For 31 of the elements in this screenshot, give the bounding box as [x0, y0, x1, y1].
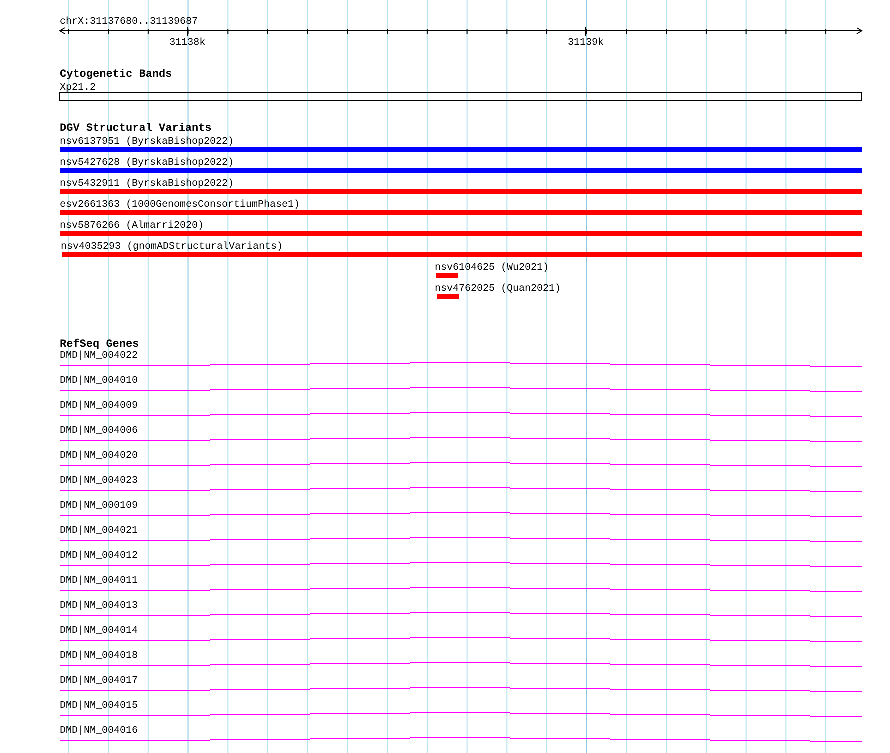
transcript-label: DMD|NM_000109 — [60, 501, 138, 512]
location-label: chrX:31137680..31139687 — [60, 17, 198, 28]
variant-label: nsv6137951 (ByrskaBishop2022) — [60, 137, 234, 148]
tick-label: 31138k — [170, 38, 206, 49]
transcript-label: DMD|NM_004010 — [60, 376, 138, 387]
transcript-label: DMD|NM_004022 — [60, 351, 138, 362]
transcript-label: DMD|NM_004020 — [60, 451, 138, 462]
transcript-label: DMD|NM_004018 — [60, 651, 138, 662]
track-title: Cytogenetic Bands — [60, 69, 172, 81]
variant-label: nsv5427628 (ByrskaBishop2022) — [60, 158, 234, 169]
transcript-label: DMD|NM_004023 — [60, 476, 138, 487]
track-title: RefSeq Genes — [60, 339, 140, 351]
transcript-label: DMD|NM_004015 — [60, 701, 138, 712]
transcript-label: DMD|NM_004013 — [60, 601, 138, 612]
band-label: Xp21.2 — [60, 83, 96, 94]
transcript-label: DMD|NM_004017 — [60, 676, 138, 687]
variant-label: esv2661363 (1000GenomesConsortiumPhase1) — [60, 200, 300, 211]
transcript-label: DMD|NM_004011 — [60, 576, 138, 587]
transcript-label: DMD|NM_004006 — [60, 426, 138, 437]
transcript-label: DMD|NM_004021 — [60, 526, 138, 537]
transcript-label: DMD|NM_004014 — [60, 626, 138, 637]
variant-label: nsv6104625 (Wu2021) — [435, 263, 550, 274]
variant-label: nsv4035293 (gnomADStructuralVariants) — [61, 242, 284, 253]
transcript-label: DMD|NM_004009 — [60, 401, 138, 412]
transcript-label: DMD|NM_004012 — [60, 551, 138, 562]
variant-label: nsv4762025 (Quan2021) — [435, 284, 562, 295]
track-title: DGV Structural Variants — [60, 123, 212, 135]
variant-label: nsv5876266 (Almarri2020) — [60, 221, 204, 232]
variant-label: nsv5432911 (ByrskaBishop2022) — [60, 179, 234, 190]
transcript-label: DMD|NM_004016 — [60, 726, 138, 737]
tick-label: 31139k — [568, 38, 604, 49]
